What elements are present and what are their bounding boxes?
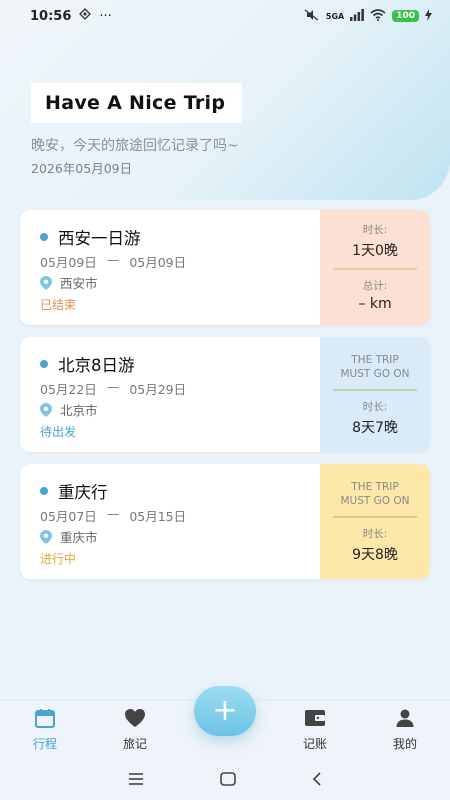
duration-value: 9天8晚 — [352, 546, 398, 563]
duration-value: 8天7晚 — [352, 419, 398, 436]
trip-location-text: 北京市 — [60, 403, 98, 418]
total-value: – km — [358, 296, 392, 312]
battery-level: 100 — [392, 10, 419, 22]
trip-summary-panel: THE TRIP MUST GO ON 时长: 8天7晚 — [320, 337, 430, 452]
trip-status: 已结束 — [40, 298, 77, 312]
trip-location: 重庆市 — [40, 527, 98, 546]
trip-summary-panel: THE TRIP MUST GO ON 时长: 9天8晚 — [320, 464, 430, 579]
menu-icon[interactable] — [128, 771, 144, 790]
trip-start-date: 05月07日 — [40, 509, 97, 524]
trip-location: 北京市 — [40, 400, 98, 419]
date-separator: — — [106, 379, 120, 394]
duration-value: 1天0晚 — [352, 243, 398, 259]
tab-label: 旅记 — [122, 737, 147, 751]
home-icon[interactable] — [220, 771, 236, 790]
trip-card-beijing[interactable]: 北京8日游 05月22日 — 05月29日 北京市 待出发 THE TRIP M… — [20, 337, 430, 452]
status-more: ··· — [99, 8, 112, 24]
wallet-icon — [304, 707, 326, 729]
user-icon — [394, 707, 416, 729]
trip-card-chongqing[interactable]: 重庆行 05月07日 — 05月15日 重庆市 进行中 THE TRIP MUS… — [20, 464, 430, 579]
bullet-dot — [40, 487, 48, 495]
trip-dates: 05月22日 — 05月29日 — [40, 379, 186, 398]
trip-location-text: 西安市 — [60, 276, 98, 291]
duration-label: 时长: — [362, 224, 388, 236]
trip-card-main: 北京8日游 05月22日 — 05月29日 北京市 待出发 — [20, 337, 320, 452]
tab-travel-notes[interactable]: 旅记 — [90, 701, 180, 760]
duration-label: 时长: — [362, 527, 388, 540]
total-label: 总计: — [362, 280, 388, 292]
status-time: 10:56 — [30, 8, 72, 24]
trip-end-date: 05月15日 — [129, 509, 187, 524]
trip-title: 西安一日游 — [58, 229, 141, 248]
system-nav-bar — [0, 760, 450, 800]
tab-accounting[interactable]: 记账 — [270, 701, 360, 760]
network-type: 5GA — [325, 11, 345, 21]
current-date: 2026年05月09日 — [31, 161, 133, 176]
back-icon[interactable] — [312, 771, 322, 790]
tab-itinerary[interactable]: 行程 — [0, 701, 90, 760]
trip-dates: 05月09日 — 05月09日 — [40, 252, 186, 271]
location-pin-icon — [40, 275, 52, 290]
wifi-icon — [370, 8, 386, 24]
page-title: Have A Nice Trip — [31, 83, 242, 123]
trip-card-xian[interactable]: 西安一日游 05月09日 — 05月09日 西安市 已结束 时长: 1天0晚 总… — [20, 210, 430, 325]
trip-location: 西安市 — [40, 273, 98, 292]
date-separator: — — [106, 252, 120, 267]
bullet-dot — [40, 360, 48, 368]
mute-icon — [304, 8, 320, 24]
trip-end-date: 05月29日 — [129, 382, 187, 397]
duration-label: 时长: — [362, 400, 388, 413]
add-trip-button[interactable]: + — [194, 686, 256, 736]
motto-text: THE TRIP MUST GO ON — [340, 353, 410, 380]
location-pin-icon — [40, 402, 52, 417]
trip-card-main: 重庆行 05月07日 — 05月15日 重庆市 进行中 — [20, 464, 320, 579]
motto-text: THE TRIP MUST GO ON — [340, 480, 410, 507]
tab-label: 我的 — [392, 737, 417, 751]
trip-dates: 05月07日 — 05月15日 — [40, 506, 186, 525]
heart-icon — [124, 707, 146, 729]
tab-label: 行程 — [32, 737, 57, 751]
charging-icon — [425, 8, 432, 24]
location-pin-icon — [40, 529, 52, 544]
status-bar: 10:56 ··· 5GA 100 — [0, 0, 450, 32]
tab-label: 记账 — [302, 737, 327, 751]
trip-start-date: 05月09日 — [40, 255, 97, 270]
trip-status: 待出发 — [40, 425, 77, 439]
trip-end-date: 05月09日 — [129, 255, 187, 270]
panel-divider — [333, 515, 417, 518]
tab-mine[interactable]: 我的 — [360, 701, 450, 760]
calendar-icon — [34, 707, 56, 729]
trip-location-text: 重庆市 — [60, 530, 98, 545]
trip-title: 重庆行 — [58, 483, 108, 502]
signal-icon — [350, 8, 365, 24]
panel-divider — [333, 268, 417, 270]
trip-title: 北京8日游 — [58, 356, 135, 375]
greeting-text: 晚安，今天的旅途回忆记录了吗~ — [31, 138, 239, 154]
date-separator: — — [106, 506, 120, 521]
trip-card-main: 西安一日游 05月09日 — 05月09日 西安市 已结束 — [20, 210, 320, 325]
bullet-dot — [40, 233, 48, 241]
notification-icon — [79, 8, 92, 24]
trip-summary-panel: 时长: 1天0晚 总计: – km — [320, 210, 430, 325]
trip-start-date: 05月22日 — [40, 382, 97, 397]
trip-status: 进行中 — [40, 552, 77, 566]
panel-divider — [333, 388, 417, 391]
